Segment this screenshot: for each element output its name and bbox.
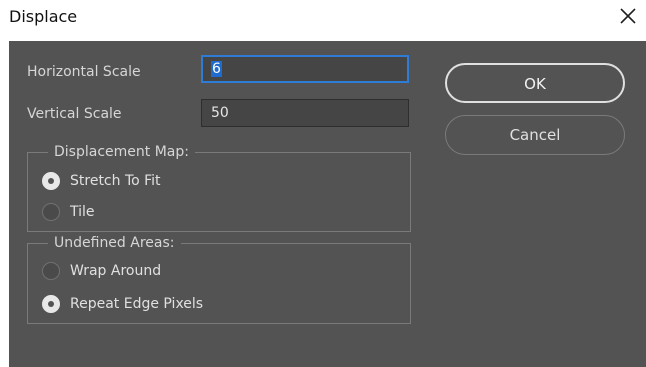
horizontal-scale-label: Horizontal Scale (27, 64, 141, 80)
horizontal-scale-value: 6 (211, 61, 222, 77)
displacement-map-group: Displacement Map: Stretch To Fit Tile (27, 143, 411, 232)
close-icon (614, 2, 642, 30)
radio-button-checked[interactable] (42, 172, 60, 190)
vertical-scale-input[interactable]: 50 (201, 99, 409, 127)
undefined-areas-group: Undefined Areas: Wrap Around Repeat Edge… (27, 234, 411, 324)
radio-label-tile: Tile (70, 204, 95, 220)
ok-button[interactable]: OK (445, 63, 625, 103)
undefined-areas-legend: Undefined Areas: (48, 234, 181, 252)
radio-button-checked[interactable] (42, 295, 60, 313)
close-button[interactable] (614, 2, 642, 30)
vertical-scale-value: 50 (211, 105, 229, 121)
dialog-body: Horizontal Scale 6 Vertical Scale 50 OK … (9, 41, 646, 367)
radio-button-unchecked[interactable] (42, 203, 60, 221)
title-bar: Displace (0, 0, 646, 36)
horizontal-scale-input[interactable]: 6 (201, 55, 409, 83)
radio-button-unchecked[interactable] (42, 262, 60, 280)
radio-label-stretch-to-fit: Stretch To Fit (70, 173, 161, 189)
displacement-map-legend: Displacement Map: (48, 143, 195, 161)
radio-label-wrap-around: Wrap Around (70, 263, 162, 279)
cancel-button[interactable]: Cancel (445, 115, 625, 155)
vertical-scale-label: Vertical Scale (27, 106, 122, 122)
radio-label-repeat-edge-pixels: Repeat Edge Pixels (70, 296, 204, 312)
displace-dialog: Displace Horizontal Scale 6 Vertical Sca… (0, 0, 646, 367)
dialog-title: Displace (9, 7, 78, 26)
